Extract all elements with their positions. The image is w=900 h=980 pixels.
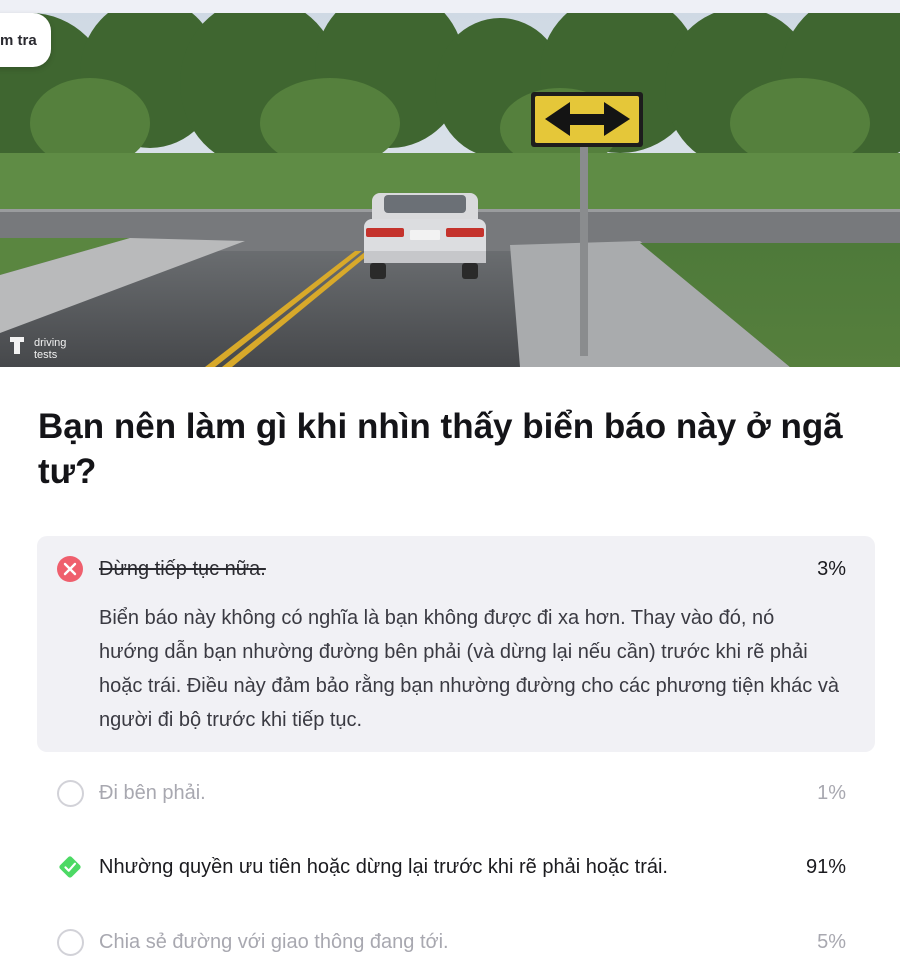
svg-text:tests: tests xyxy=(34,349,58,361)
answer-percent: 5% xyxy=(817,930,846,953)
answer-label: Dừng tiếp tục nữa. xyxy=(99,557,266,580)
answer-explanation: Biển báo này không có nghĩa là bạn không… xyxy=(99,607,839,731)
radio-icon xyxy=(56,928,84,956)
answer-option-4[interactable]: Chia sẻ đường với giao thông đang tới. 5… xyxy=(56,927,846,957)
tag-label: m tra xyxy=(0,31,37,49)
top-strip xyxy=(0,0,900,13)
svg-text:driving: driving xyxy=(34,337,66,349)
answer-label: Đi bên phải. xyxy=(99,781,206,804)
question-image: driving tests xyxy=(0,13,900,367)
answer-option-3[interactable]: Nhường quyền ưu tiên hoặc dừng lại trước… xyxy=(56,852,846,882)
question-text: Bạn nên làm gì khi nhìn thấy biển báo nà… xyxy=(38,407,843,491)
answer-option-2[interactable]: Đi bên phải. 1% xyxy=(56,778,846,808)
answer-percent: 91% xyxy=(805,855,846,878)
answer-percent: 3% xyxy=(817,557,846,580)
answer-percent: 1% xyxy=(817,781,846,804)
check-diamond-icon xyxy=(56,853,84,881)
tag-pill[interactable]: m tra xyxy=(0,13,51,67)
answer-option-1[interactable]: Dừng tiếp tục nữa. 3% xyxy=(56,554,846,584)
answer-label: Chia sẻ đường với giao thông đang tới. xyxy=(99,930,449,953)
answer-label: Nhường quyền ưu tiên hoặc dừng lại trước… xyxy=(99,855,668,878)
x-circle-icon xyxy=(56,555,84,583)
radio-icon xyxy=(56,779,84,807)
